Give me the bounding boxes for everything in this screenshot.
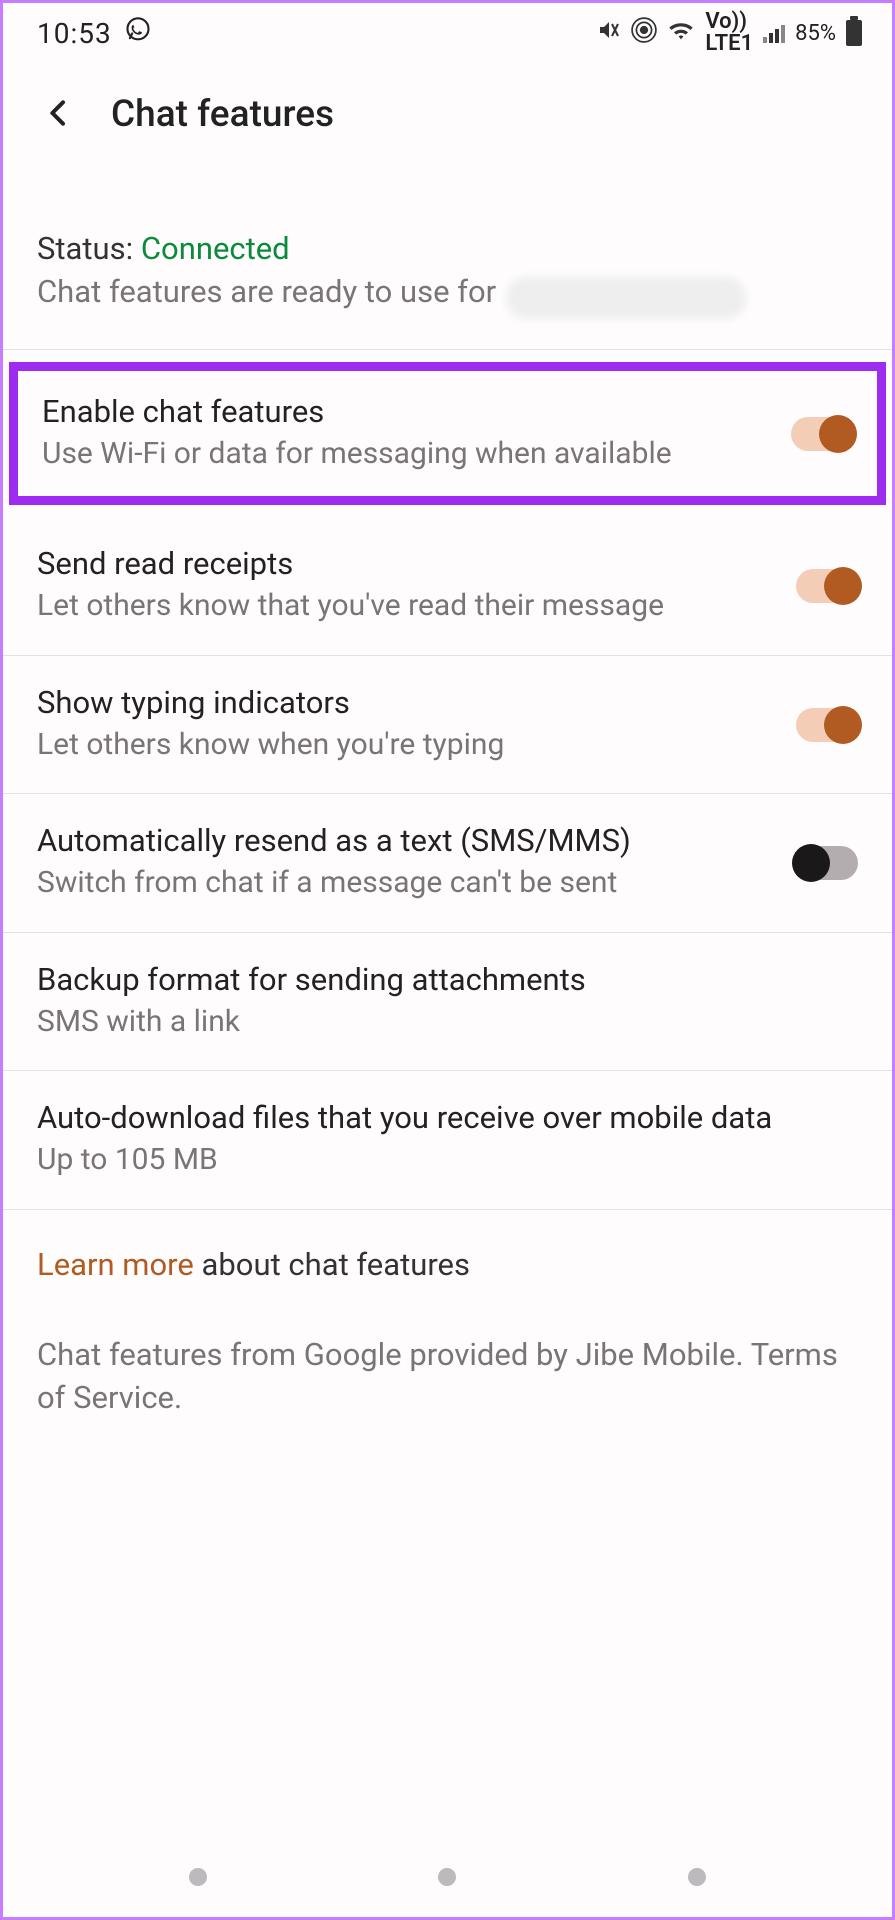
toggle-read-receipts[interactable]: [796, 569, 858, 603]
learn-more-text: about chat features: [194, 1246, 470, 1283]
setting-title: Backup format for sending attachments: [37, 961, 838, 998]
header: Chat features: [3, 63, 892, 170]
setting-title: Show typing indicators: [37, 684, 776, 721]
setting-backup-format[interactable]: Backup format for sending attachments SM…: [3, 933, 892, 1072]
setting-desc: Let others know that you've read their m…: [37, 586, 776, 627]
nav-recents[interactable]: [189, 1868, 207, 1886]
redacted-phone: [506, 277, 746, 319]
setting-desc: Switch from chat if a message can't be s…: [37, 863, 776, 904]
provider-text: Chat features from Google provided by Ji…: [37, 1333, 858, 1420]
setting-desc: Up to 105 MB: [37, 1140, 838, 1181]
setting-title: Auto-download files that you receive ove…: [37, 1099, 838, 1136]
setting-desc: Let others know when you're typing: [37, 725, 776, 766]
setting-auto-download[interactable]: Auto-download files that you receive ove…: [3, 1071, 892, 1210]
status-description: Chat features are ready to use for: [37, 273, 496, 310]
status-bar: 10:53 Vo))LTE1 85%: [3, 3, 892, 63]
info-section: Learn more about chat features Chat feat…: [3, 1210, 892, 1440]
learn-more-link[interactable]: Learn more: [37, 1246, 194, 1283]
mute-icon: [597, 18, 621, 48]
setting-desc: SMS with a link: [37, 1002, 838, 1043]
status-time: 10:53: [37, 17, 112, 50]
setting-title: Automatically resend as a text (SMS/MMS): [37, 822, 776, 859]
setting-title: Send read receipts: [37, 545, 776, 582]
setting-read-receipts[interactable]: Send read receipts Let others know that …: [3, 517, 892, 656]
page-title: Chat features: [111, 93, 334, 136]
hotspot-icon: [631, 17, 657, 49]
highlight-annotation: Enable chat features Use Wi-Fi or data f…: [9, 362, 886, 506]
setting-typing-indicators[interactable]: Show typing indicators Let others know w…: [3, 656, 892, 795]
setting-enable-chat-features[interactable]: Enable chat features Use Wi-Fi or data f…: [18, 371, 877, 497]
navigation-bar: [3, 1847, 892, 1917]
toggle-auto-resend[interactable]: [796, 846, 858, 880]
setting-desc: Use Wi-Fi or data for messaging when ava…: [42, 434, 771, 475]
setting-auto-resend[interactable]: Automatically resend as a text (SMS/MMS)…: [3, 794, 892, 933]
battery-icon: [846, 20, 862, 46]
nav-home[interactable]: [438, 1868, 456, 1886]
toggle-typing-indicators[interactable]: [796, 708, 858, 742]
whatsapp-icon: [124, 16, 152, 51]
status-label: Status:: [37, 230, 141, 267]
wifi-icon: [667, 18, 695, 48]
volte-indicator: Vo))LTE1: [705, 11, 753, 55]
setting-title: Enable chat features: [42, 393, 771, 430]
battery-percent: 85%: [795, 21, 836, 46]
signal-icon: [763, 23, 785, 43]
back-icon[interactable]: [43, 97, 75, 133]
status-value: Connected: [141, 230, 290, 267]
connection-status-section: Status: Connected Chat features are read…: [3, 170, 892, 350]
nav-back[interactable]: [688, 1868, 706, 1886]
toggle-enable-chat-features[interactable]: [791, 417, 853, 451]
